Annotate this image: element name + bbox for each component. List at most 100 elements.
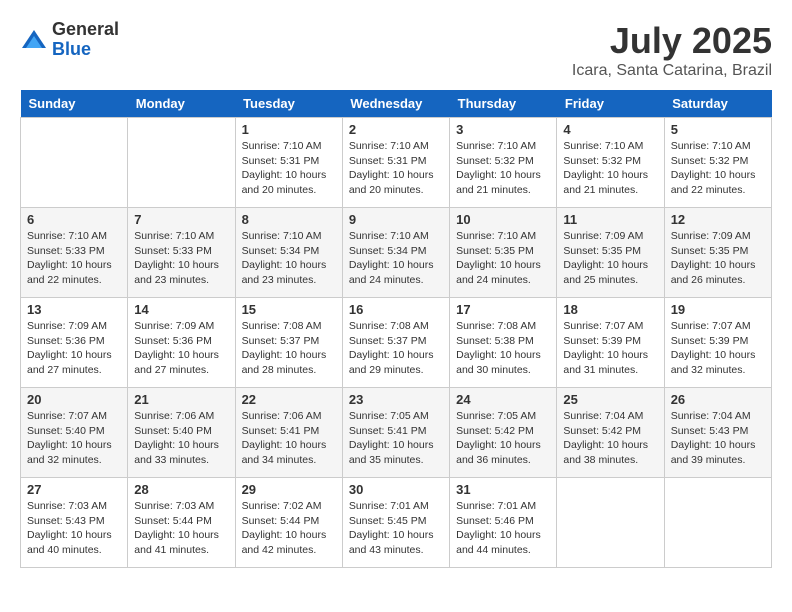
calendar-cell: 17 Sunrise: 7:08 AMSunset: 5:38 PMDayligh… [450,298,557,388]
column-header-thursday: Thursday [450,90,557,118]
calendar-table: SundayMondayTuesdayWednesdayThursdayFrid… [20,90,772,568]
day-number: 11 [563,212,657,227]
calendar-cell: 18Sunrise: 7:07 AMSunset: 5:39 PMDayligh… [557,298,664,388]
day-info: Sunrise: 7:08 AMSunset: 5:37 PMDaylight:… [242,319,336,378]
calendar-cell: 3 Sunrise: 7:10 AMSunset: 5:32 PMDaylight… [450,118,557,208]
logo-text: General Blue [52,20,119,60]
calendar-cell: 24Sunrise: 7:05 AMSunset: 5:42 PMDayligh… [450,388,557,478]
day-info: Sunrise: 7:10 AMSunset: 5:33 PMDaylight:… [134,229,228,288]
calendar-cell: 19Sunrise: 7:07 AMSunset: 5:39 PMDayligh… [664,298,771,388]
day-info: Sunrise: 7:09 AMSunset: 5:35 PMDaylight:… [563,229,657,288]
calendar-subtitle: Icara, Santa Catarina, Brazil [572,62,772,80]
day-number: 13 [27,302,121,317]
day-number: 17 [456,302,550,317]
calendar-cell: 15 Sunrise: 7:08 AMSunset: 5:37 PMDayligh… [235,298,342,388]
day-number: 29 [242,482,336,497]
calendar-title: July 2025 [572,20,772,62]
day-info: Sunrise: 7:10 AMSunset: 5:34 PMDaylight:… [349,229,443,288]
calendar-cell: 27Sunrise: 7:03 AMSunset: 5:43 PMDayligh… [21,478,128,568]
calendar-cell: 4 Sunrise: 7:10 AMSunset: 5:32 PMDaylight… [557,118,664,208]
calendar-cell: 31 Sunrise: 7:01 AMSunset: 5:46 PMDayligh… [450,478,557,568]
calendar-cell: 9 Sunrise: 7:10 AMSunset: 5:34 PMDaylight… [342,208,449,298]
day-info: Sunrise: 7:06 AMSunset: 5:41 PMDaylight:… [242,409,336,468]
calendar-cell: 2 Sunrise: 7:10 AMSunset: 5:31 PMDaylight… [342,118,449,208]
week-row-5: 27Sunrise: 7:03 AMSunset: 5:43 PMDayligh… [21,478,772,568]
logo-general: General [52,20,119,40]
calendar-cell: 10 Sunrise: 7:10 AMSunset: 5:35 PMDayligh… [450,208,557,298]
day-number: 27 [27,482,121,497]
day-number: 28 [134,482,228,497]
calendar-cell: 8Sunrise: 7:10 AMSunset: 5:34 PMDaylight… [235,208,342,298]
day-number: 14 [134,302,228,317]
day-info: Sunrise: 7:10 AMSunset: 5:32 PMDaylight:… [456,139,550,198]
calendar-cell [557,478,664,568]
title-section: July 2025 Icara, Santa Catarina, Brazil [572,20,772,80]
day-number: 25 [563,392,657,407]
calendar-cell: 16Sunrise: 7:08 AMSunset: 5:37 PMDayligh… [342,298,449,388]
day-number: 4 [563,122,657,137]
day-number: 9 [349,212,443,227]
calendar-cell [664,478,771,568]
day-number: 22 [242,392,336,407]
calendar-cell: 13 Sunrise: 7:09 AMSunset: 5:36 PMDayligh… [21,298,128,388]
calendar-cell: 7Sunrise: 7:10 AMSunset: 5:33 PMDaylight… [128,208,235,298]
column-header-monday: Monday [128,90,235,118]
day-number: 19 [671,302,765,317]
day-info: Sunrise: 7:04 AMSunset: 5:43 PMDaylight:… [671,409,765,468]
day-info: Sunrise: 7:10 AMSunset: 5:33 PMDaylight:… [27,229,121,288]
column-header-friday: Friday [557,90,664,118]
day-info: Sunrise: 7:06 AMSunset: 5:40 PMDaylight:… [134,409,228,468]
day-number: 1 [242,122,336,137]
day-number: 16 [349,302,443,317]
logo: General Blue [20,20,119,60]
day-info: Sunrise: 7:10 AMSunset: 5:31 PMDaylight:… [349,139,443,198]
day-info: Sunrise: 7:04 AMSunset: 5:42 PMDaylight:… [563,409,657,468]
column-header-tuesday: Tuesday [235,90,342,118]
day-info: Sunrise: 7:02 AMSunset: 5:44 PMDaylight:… [242,499,336,558]
day-info: Sunrise: 7:10 AMSunset: 5:32 PMDaylight:… [563,139,657,198]
day-number: 20 [27,392,121,407]
column-header-saturday: Saturday [664,90,771,118]
day-number: 10 [456,212,550,227]
day-info: Sunrise: 7:09 AMSunset: 5:36 PMDaylight:… [27,319,121,378]
calendar-cell: 29 Sunrise: 7:02 AMSunset: 5:44 PMDayligh… [235,478,342,568]
day-number: 3 [456,122,550,137]
day-number: 30 [349,482,443,497]
calendar-cell [128,118,235,208]
calendar-cell: 20 Sunrise: 7:07 AMSunset: 5:40 PMDayligh… [21,388,128,478]
day-number: 2 [349,122,443,137]
day-number: 23 [349,392,443,407]
calendar-cell: 30 Sunrise: 7:01 AMSunset: 5:45 PMDayligh… [342,478,449,568]
column-header-sunday: Sunday [21,90,128,118]
header: General Blue July 2025 Icara, Santa Cata… [20,20,772,80]
calendar-cell [21,118,128,208]
day-number: 31 [456,482,550,497]
day-number: 24 [456,392,550,407]
calendar-cell: 21 Sunrise: 7:06 AMSunset: 5:40 PMDayligh… [128,388,235,478]
day-number: 6 [27,212,121,227]
calendar-cell: 28 Sunrise: 7:03 AMSunset: 5:44 PMDayligh… [128,478,235,568]
week-row-1: 1 Sunrise: 7:10 AMSunset: 5:31 PMDaylight… [21,118,772,208]
day-number: 15 [242,302,336,317]
calendar-cell: 1 Sunrise: 7:10 AMSunset: 5:31 PMDaylight… [235,118,342,208]
day-info: Sunrise: 7:09 AMSunset: 5:36 PMDaylight:… [134,319,228,378]
calendar-cell: 6 Sunrise: 7:10 AMSunset: 5:33 PMDaylight… [21,208,128,298]
calendar-cell: 12Sunrise: 7:09 AMSunset: 5:35 PMDayligh… [664,208,771,298]
calendar-cell: 23Sunrise: 7:05 AMSunset: 5:41 PMDayligh… [342,388,449,478]
day-info: Sunrise: 7:01 AMSunset: 5:46 PMDaylight:… [456,499,550,558]
day-info: Sunrise: 7:10 AMSunset: 5:32 PMDaylight:… [671,139,765,198]
day-info: Sunrise: 7:07 AMSunset: 5:39 PMDaylight:… [563,319,657,378]
calendar-cell: 25 Sunrise: 7:04 AMSunset: 5:42 PMDayligh… [557,388,664,478]
day-info: Sunrise: 7:10 AMSunset: 5:35 PMDaylight:… [456,229,550,288]
day-info: Sunrise: 7:07 AMSunset: 5:40 PMDaylight:… [27,409,121,468]
calendar-cell: 14 Sunrise: 7:09 AMSunset: 5:36 PMDayligh… [128,298,235,388]
week-row-3: 13 Sunrise: 7:09 AMSunset: 5:36 PMDayligh… [21,298,772,388]
day-number: 21 [134,392,228,407]
logo-blue: Blue [52,40,119,60]
day-info: Sunrise: 7:08 AMSunset: 5:38 PMDaylight:… [456,319,550,378]
day-info: Sunrise: 7:10 AMSunset: 5:31 PMDaylight:… [242,139,336,198]
day-info: Sunrise: 7:01 AMSunset: 5:45 PMDaylight:… [349,499,443,558]
day-info: Sunrise: 7:03 AMSunset: 5:44 PMDaylight:… [134,499,228,558]
header-row: SundayMondayTuesdayWednesdayThursdayFrid… [21,90,772,118]
day-number: 8 [242,212,336,227]
